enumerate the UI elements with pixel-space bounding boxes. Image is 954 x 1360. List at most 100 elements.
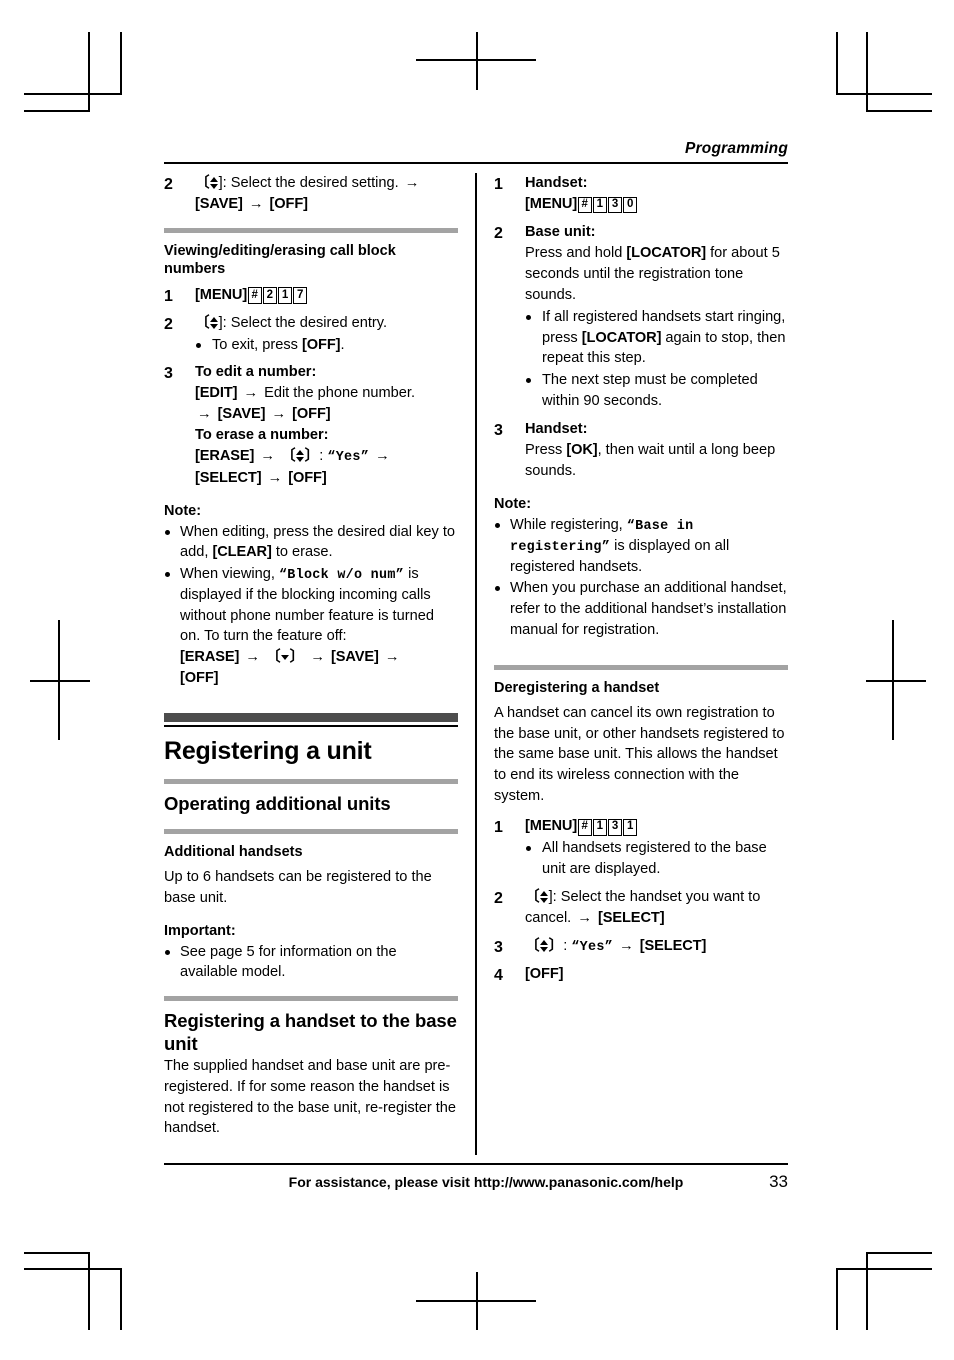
clear-key: [CLEAR] — [212, 544, 272, 561]
arrow-icon: → — [245, 649, 260, 666]
chapter-title: Registering a unit — [164, 736, 372, 765]
step-item: 1 [MENU] #2 1 7 — [164, 285, 458, 306]
additional-handsets-body: Up to 6 handsets can be registered to th… — [164, 869, 432, 907]
crop-mark-top-left-v2 — [120, 32, 122, 94]
crop-mark-top-right-h1 — [836, 93, 932, 95]
subheading-additional-handsets: Additional handsets — [164, 844, 303, 861]
step-number: 4 — [494, 967, 503, 985]
crop-mark-left-center-h — [30, 680, 90, 682]
menu-key: [MENU] — [195, 286, 248, 303]
erase-key: [ERASE] — [180, 649, 240, 666]
crop-mark-top-center-h — [416, 59, 536, 61]
lcd-value-yes: “Yes” — [571, 939, 614, 955]
crop-mark-bottom-left-v2 — [120, 1268, 122, 1330]
erase-key: [ERASE] — [195, 448, 255, 465]
keycap-digit: 1 — [592, 818, 607, 836]
note-heading: Note: — [494, 495, 532, 512]
ok-key: [OK] — [566, 441, 598, 458]
step-text: Press and hold — [525, 245, 627, 261]
arrow-icon: → — [271, 406, 287, 423]
off-key: [OFF] — [302, 336, 341, 353]
crop-mark-bottom-right-h2 — [866, 1252, 932, 1254]
list-item: When viewing, “Block w/o num” is display… — [164, 564, 458, 689]
locator-key: [LOCATOR] — [626, 245, 707, 261]
important-bullets: See page 5 for information on the availa… — [164, 942, 458, 983]
arrow-icon: → — [404, 175, 420, 191]
list-item: See page 5 for information on the availa… — [164, 942, 458, 983]
deregistering-steps-list: 1 [MENU] #1 3 1 All handsets registered to … — [494, 816, 788, 985]
off-key: [OFF] — [525, 966, 564, 983]
save-key: [SAVE] — [217, 406, 266, 423]
note-bullets: While registering, “Base in registering”… — [494, 515, 788, 641]
off-key: [OFF] — [292, 406, 331, 423]
crop-mark-top-right-v2 — [866, 32, 868, 110]
footer-assistance-text: For assistance, please visit http://www.… — [288, 1174, 684, 1190]
step-item: 3 Handset: Press [OK], then wait until a… — [494, 419, 788, 482]
viewing-steps-list: 1 [MENU] #2 1 7 2 〔]: Select the desired en… — [164, 285, 458, 489]
arrow-icon: → — [310, 649, 325, 666]
step-number: 2 — [494, 225, 503, 242]
step-number: 2 — [164, 176, 173, 193]
step-item: 1 Handset: [MENU] #1 3 0 — [494, 173, 788, 215]
keycap-digit: 1 — [592, 196, 607, 214]
subheading-viewing-editing: Viewing/editing/erasing call block numbe… — [164, 243, 396, 278]
keycap-digit: 1 — [623, 818, 638, 836]
crop-mark-bottom-left-v1 — [88, 1252, 90, 1330]
crop-mark-top-right-v1 — [836, 32, 838, 94]
navigator-key-icon: 〔〕 — [281, 448, 320, 465]
list-item: The next step must be completed within 9… — [525, 370, 788, 411]
step-item: 2 〔]: Select the handset you want to can… — [494, 887, 788, 929]
keycap-hash: # — [247, 287, 262, 304]
crop-mark-top-left-h2 — [24, 110, 90, 112]
keycap-digit: 0 — [623, 196, 638, 214]
crop-mark-top-right-h2 — [866, 110, 932, 112]
step-item: 2 〔]: Select the desired entry. To exit,… — [164, 313, 458, 356]
arrow-icon: → — [260, 448, 275, 465]
crop-mark-top-left-h1 — [24, 93, 122, 95]
step-item: 4 [OFF] — [494, 964, 788, 985]
off-key: [OFF] — [269, 196, 309, 212]
registering-handset-body: The supplied handset and base unit are p… — [164, 1058, 457, 1137]
save-key: [SAVE] — [330, 649, 379, 666]
bullet-text-end: . — [340, 336, 345, 353]
note-bullets: When editing, press the desired dial key… — [164, 522, 458, 689]
crop-mark-top-center-v — [476, 32, 478, 90]
crop-mark-bottom-right-v1 — [836, 1268, 838, 1330]
crop-mark-top-left-v1 — [88, 32, 90, 110]
deregistering-body: A handset can cancel its own registratio… — [494, 704, 785, 804]
keycap-hash: # — [577, 818, 592, 836]
step-number: 3 — [494, 938, 503, 956]
edit-instruction: Edit the phone number. — [264, 385, 416, 402]
note-heading: Note: — [164, 502, 202, 519]
lcd-value-yes: “Yes” — [327, 450, 370, 466]
navigator-down-key-icon: 〔〕 — [266, 649, 305, 666]
step-device-label: Handset: — [525, 420, 588, 437]
off-key: [OFF] — [288, 469, 327, 486]
menu-key: [MENU] — [525, 196, 578, 212]
navigator-key-icon: 〔 — [195, 315, 219, 331]
list-item: When you purchase an additional handset,… — [494, 578, 788, 640]
arrow-icon: → — [197, 406, 212, 423]
bullet-text: To exit, press — [212, 336, 303, 353]
page-content: Programming 2 〔]: Select the desired set… — [164, 140, 788, 1230]
arrow-icon: → — [375, 448, 390, 465]
arrow-icon: → — [248, 196, 264, 212]
step-item: 2 〔]: Select the desired setting. → [SAV… — [164, 173, 458, 215]
step-number: 2 — [164, 315, 173, 333]
erase-number-title: To erase a number: — [195, 427, 329, 444]
note-text: While registering, — [510, 516, 627, 533]
step-number: 1 — [494, 176, 503, 193]
section-bar-gray — [164, 779, 458, 785]
section-bar-gray — [164, 996, 458, 1002]
off-key: [OFF] — [180, 669, 219, 686]
left-column: 2 〔 ]: Select the desired setting. → [SAV… — [164, 173, 470, 1155]
list-item: While registering, “Base in registering”… — [494, 515, 788, 578]
save-key: [SAVE] — [195, 196, 243, 212]
step-number: 2 — [494, 889, 503, 907]
step-text: ]: Select the desired setting. — [218, 175, 399, 191]
step-number: 1 — [164, 287, 173, 305]
list-item: All handsets registered to the base unit… — [525, 838, 788, 879]
list-item: If all registered handsets start ringing… — [525, 307, 788, 369]
select-key: [SELECT] — [195, 469, 262, 486]
note-text: When viewing, — [180, 565, 279, 582]
